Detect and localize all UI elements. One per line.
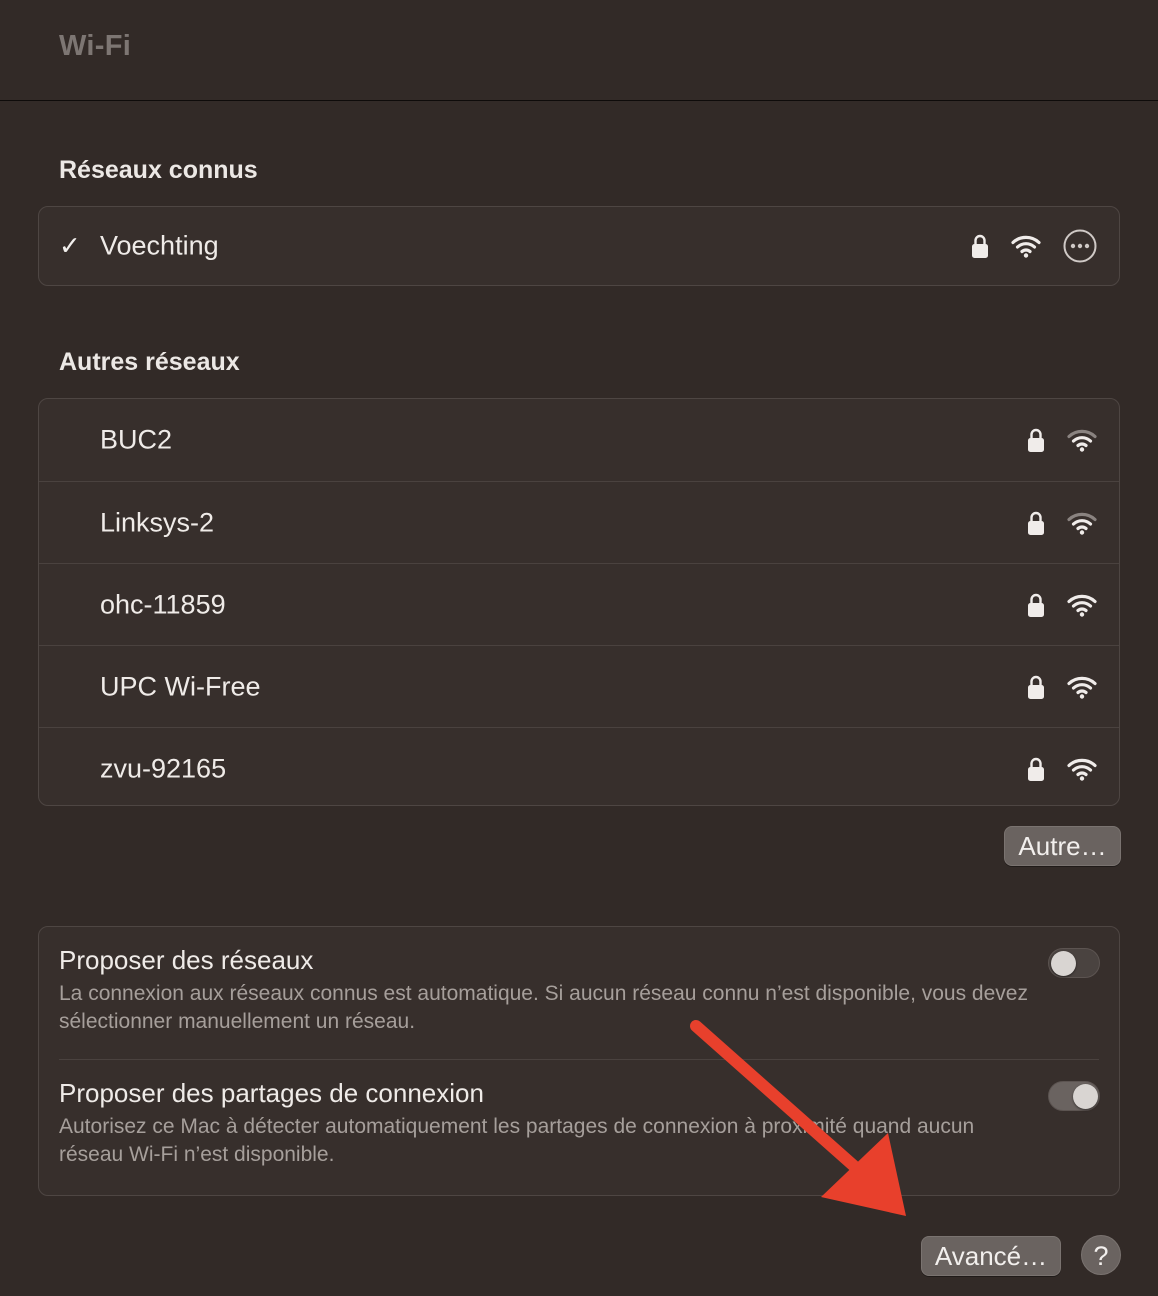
other-networks-list: BUC2 Linksys-2 ohc-11859 UPC Wi-Free zvu… [38,398,1120,806]
option-description: Autorisez ce Mac à détecter automatiquem… [59,1115,975,1166]
option-title: Proposer des partages de connexion [59,1078,484,1108]
wifi-icon [1011,234,1041,258]
network-row[interactable]: zvu-92165 [39,727,1119,809]
network-row[interactable]: Linksys-2 [39,481,1119,563]
network-row[interactable]: UPC Wi-Free [39,645,1119,727]
lock-icon [1027,427,1045,453]
known-networks-list: ✓ Voechting [38,206,1120,286]
wifi-icon [1067,593,1097,617]
other-network-button[interactable]: Autre… [1004,826,1121,866]
network-row[interactable]: BUC2 [39,399,1119,481]
option-ask-to-join-networks: Proposer des réseaux La connexion aux ré… [39,927,1119,1060]
option-description: La connexion aux réseaux connus est auto… [59,982,1028,1033]
network-row-voechting[interactable]: ✓ Voechting [39,207,1119,285]
wifi-medium-signal-icon [1067,428,1097,452]
title-bar: Wi-Fi [0,0,1158,101]
option-title: Proposer des réseaux [59,945,314,975]
help-button[interactable]: ? [1081,1235,1121,1275]
advanced-button[interactable]: Avancé… [921,1236,1061,1276]
lock-icon [1027,756,1045,782]
option-ask-to-join-hotspots: Proposer des partages de connexion Autor… [39,1060,1119,1195]
lock-icon [971,233,989,259]
options-panel: Proposer des réseaux La connexion aux ré… [38,926,1120,1196]
network-row[interactable]: ohc-11859 [39,563,1119,645]
wifi-medium-signal-icon [1067,511,1097,535]
other-networks-heading: Autres réseaux [59,348,240,376]
network-name: Linksys-2 [100,507,215,537]
ask-to-join-networks-toggle[interactable] [1048,948,1100,978]
lock-icon [1027,510,1045,536]
wifi-icon [1067,757,1097,781]
network-name: UPC Wi-Free [100,671,261,701]
network-name: zvu-92165 [100,753,227,783]
window-title: Wi-Fi [59,30,132,62]
lock-icon [1027,592,1045,618]
known-networks-heading: Réseaux connus [59,156,258,184]
network-name: BUC2 [100,424,173,455]
network-name: Voechting [100,230,219,261]
ask-to-join-hotspots-toggle[interactable] [1048,1081,1100,1111]
network-name: ohc-11859 [100,589,226,619]
more-options-icon[interactable] [1063,229,1097,263]
lock-icon [1027,674,1045,700]
wifi-icon [1067,675,1097,699]
checkmark-icon: ✓ [59,230,81,261]
